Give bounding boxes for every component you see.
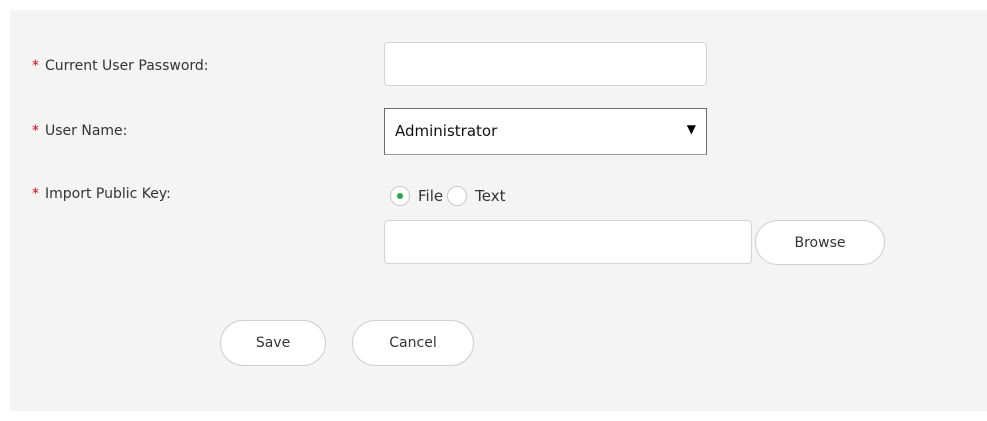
radio-text[interactable] <box>447 186 468 206</box>
user-name-select[interactable]: Administrator ▼ <box>384 108 707 155</box>
form-panel: * Current User Password: * User Name: Admi… <box>10 10 987 411</box>
public-key-file-input[interactable] <box>384 220 752 264</box>
import-public-key-label: * Import Public Key: <box>32 186 171 202</box>
browse-button-label: Browse <box>794 234 846 251</box>
radio-file[interactable] <box>390 186 410 206</box>
save-button[interactable]: Save <box>220 320 326 366</box>
current-password-label: * Current User Password: <box>32 58 209 74</box>
required-marker: * <box>32 123 39 139</box>
radio-file-label[interactable]: File <box>418 187 443 205</box>
user-name-label: * User Name: <box>32 123 127 139</box>
cancel-button-label: Cancel <box>389 335 437 351</box>
save-button-label: Save <box>255 335 291 351</box>
public-key-source-radio-group: File Text <box>390 185 509 207</box>
user-name-selected-value: Administrator <box>395 122 498 140</box>
required-marker: * <box>32 186 39 202</box>
current-password-label-text: Current User Password: <box>45 58 209 74</box>
required-marker: * <box>32 58 39 74</box>
user-name-label-text: User Name: <box>45 123 128 139</box>
dropdown-arrow-icon: ▼ <box>686 122 696 136</box>
browse-button[interactable]: Browse <box>755 220 885 265</box>
import-public-key-label-text: Import Public Key: <box>45 186 171 202</box>
current-password-input[interactable] <box>384 42 707 86</box>
cancel-button[interactable]: Cancel <box>352 320 474 366</box>
radio-text-label[interactable]: Text <box>475 187 505 205</box>
